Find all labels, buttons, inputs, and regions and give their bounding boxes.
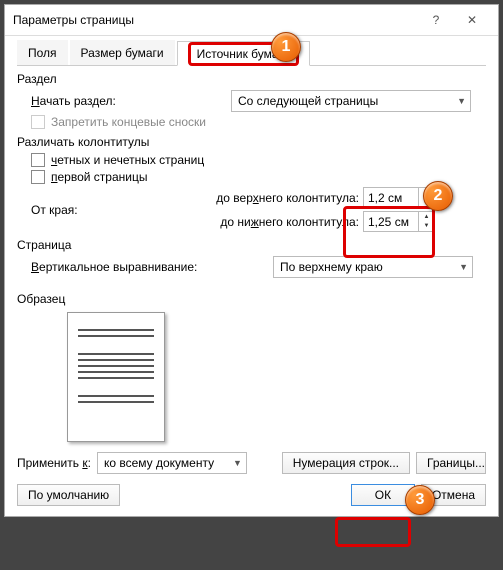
footer-distance-value: 1,25 см <box>364 215 418 229</box>
no-endnotes-checkbox <box>31 115 45 129</box>
first-page-label: первой страницы <box>51 170 147 184</box>
section-start-label: Начать раздел: <box>31 94 231 108</box>
borders-button[interactable]: Границы... <box>416 452 486 474</box>
section-start-select[interactable]: Со следующей страницы ▼ <box>231 90 471 112</box>
header-distance-label: до верхнего колонтитула: <box>211 191 363 205</box>
annotation-badge-1: 1 <box>271 32 301 62</box>
chevron-down-icon: ▼ <box>233 458 242 468</box>
apply-to-select[interactable]: ко всему документу ▼ <box>97 452 247 474</box>
section-start-value: Со следующей страницы <box>238 94 378 108</box>
section-legend: Раздел <box>17 72 486 86</box>
annotation-badge-3: 3 <box>405 485 435 515</box>
tab-fields[interactable]: Поля <box>17 40 68 65</box>
titlebar: Параметры страницы ? ✕ <box>5 5 498 36</box>
no-endnotes-row: Запретить концевые сноски <box>31 115 486 129</box>
vertical-align-select[interactable]: По верхнему краю ▼ <box>273 256 473 278</box>
line-numbers-button[interactable]: Нумерация строк... <box>282 452 410 474</box>
footer-distance-input[interactable]: 1,25 см ▲▼ <box>363 211 435 232</box>
annotation-badge-2: 2 <box>423 181 453 211</box>
chevron-down-icon: ▼ <box>457 96 466 106</box>
apply-row: Применить к: ко всему документу ▼ Нумера… <box>17 452 486 474</box>
vertical-align-row: Вертикальное выравнивание: По верхнему к… <box>31 256 486 278</box>
dialog-title: Параметры страницы <box>13 13 418 27</box>
spinner-buttons[interactable]: ▲▼ <box>418 212 434 231</box>
first-page-row: первой страницы <box>31 170 486 184</box>
headers-footers-legend: Различать колонтитулы <box>17 135 486 149</box>
vertical-align-label: Вертикальное выравнивание: <box>31 260 273 274</box>
annotation-box-3 <box>335 517 411 547</box>
page-preview <box>67 312 165 442</box>
first-page-checkbox[interactable] <box>31 170 45 184</box>
close-button[interactable]: ✕ <box>454 11 490 29</box>
odd-even-checkbox[interactable] <box>31 153 45 167</box>
section-start-row: Начать раздел: Со следующей страницы ▼ <box>31 90 486 112</box>
page-legend: Страница <box>17 238 486 252</box>
from-edge-row: От края: до верхнего колонтитула: 1,2 см… <box>31 187 486 232</box>
header-distance-value: 1,2 см <box>364 191 418 205</box>
help-button[interactable]: ? <box>418 11 454 29</box>
footer-distance-label: до нижнего колонтитула: <box>211 215 363 229</box>
vertical-align-value: По верхнему краю <box>280 260 383 274</box>
preview-legend: Образец <box>17 292 486 306</box>
odd-even-row: четных и нечетных страниц <box>31 153 486 167</box>
default-button[interactable]: По умолчанию <box>17 484 120 506</box>
chevron-down-icon: ▼ <box>459 262 468 272</box>
apply-to-value: ко всему документу <box>104 456 214 470</box>
apply-to-label: Применить к: <box>17 456 91 470</box>
odd-even-label: четных и нечетных страниц <box>51 153 204 167</box>
page-setup-dialog: Параметры страницы ? ✕ 1 Поля Размер бум… <box>4 4 499 517</box>
no-endnotes-label: Запретить концевые сноски <box>51 115 206 129</box>
tab-paper-size[interactable]: Размер бумаги <box>70 40 175 65</box>
from-edge-label: От края: <box>31 203 211 217</box>
tab-strip: Поля Размер бумаги Источник бумаги <box>17 40 486 66</box>
